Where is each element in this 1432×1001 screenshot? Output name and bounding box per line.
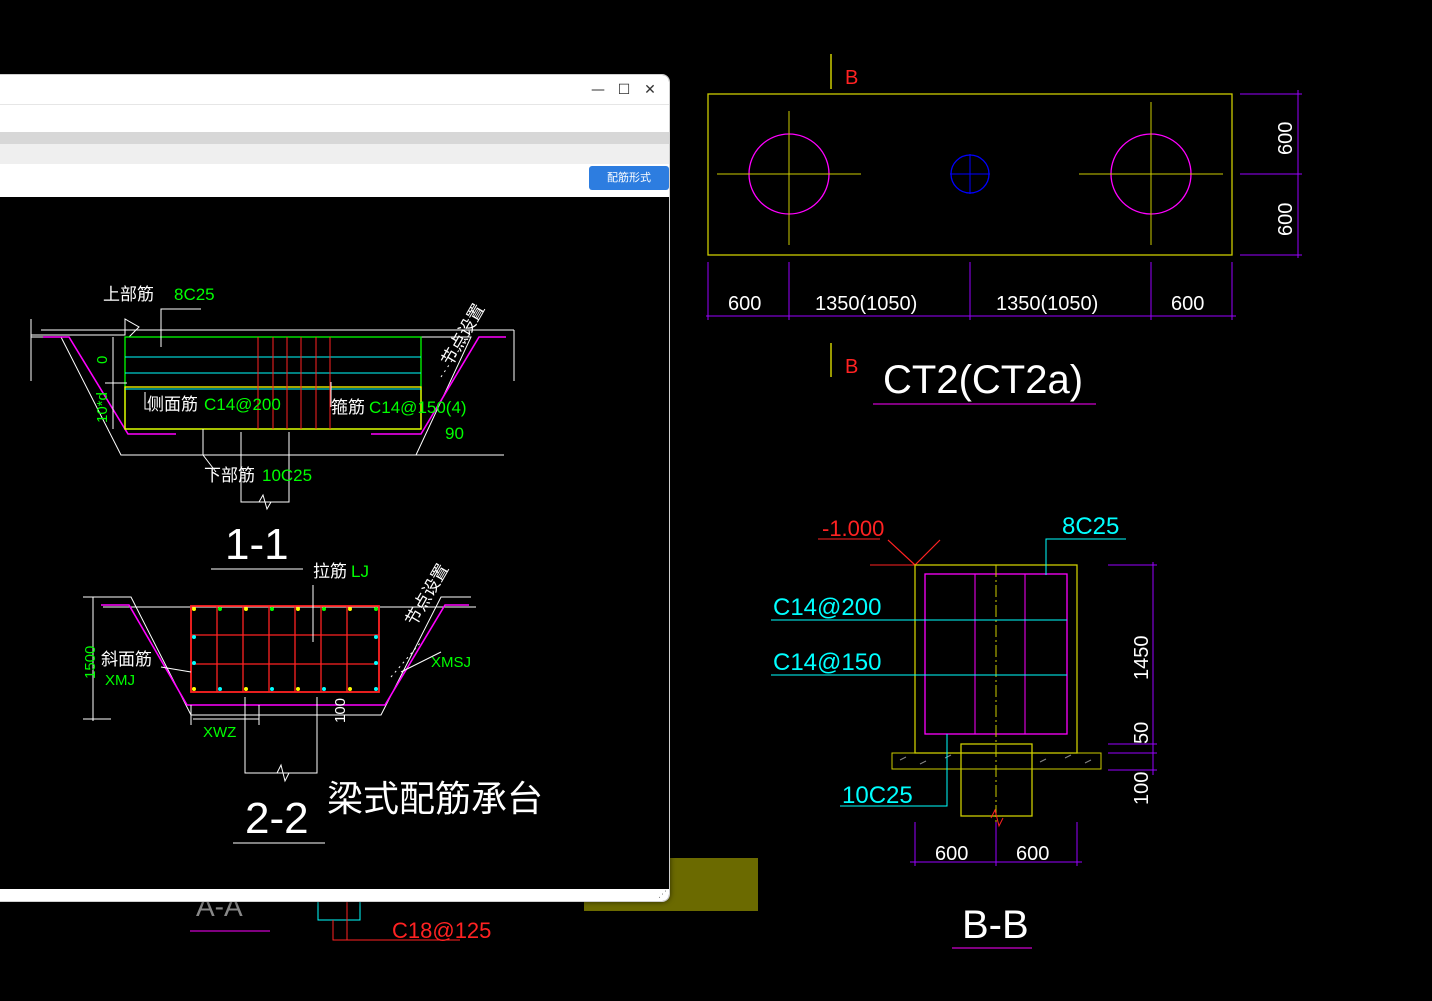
plan-labels: B B 600 1350(1050) 1350(1050) 600 600 60… [728,67,1297,402]
xmsj-label: XMSJ [431,654,471,671]
close-button[interactable]: ✕ [637,80,663,100]
bb-dim-1450: 1450 [1131,636,1153,681]
plan-section-mark-top: B [845,67,858,89]
bb-dim-bottom-2: 600 [1016,843,1049,865]
top-bar-value: 8C25 [174,285,215,304]
dialog-menu-bar [0,104,669,133]
section-b-b-labels: -1.000 8C25 C14@200 C14@150 10C25 1450 5… [773,513,1153,947]
bb-dim-100: 100 [1131,772,1153,805]
maximize-button[interactable]: ☐ [611,80,637,100]
dim-100: 100 [332,698,349,723]
bb-top-bar: 8C25 [1062,513,1119,540]
stirrup-label: 箍筋 [331,398,365,417]
dialog-button-row: 配筋形式 [0,164,669,197]
bb-elevation: -1.000 [822,516,884,541]
dim-zero: 0 [94,356,111,364]
dialog-preview-canvas: 上部筋 8C25 0 10*d 侧面筋 C14@200 箍筋 C14@150(4… [30,285,543,844]
c18-label: C18@125 [392,918,491,943]
xwz-label: XWZ [203,724,236,741]
rebar-dots [192,607,378,691]
plan-dim-bottom-3: 1350(1050) [996,293,1098,315]
bb-title: B-B [962,903,1029,947]
diagram-caption: 梁式配筋承台 [327,779,543,820]
plan-dim-bottom-1: 600 [728,293,761,315]
bb-side-bar-1: C14@200 [773,594,881,621]
plan-title: CT2(CT2a) [883,358,1083,402]
bottom-bar-value: 10C25 [262,466,312,485]
bb-dim-bottom-1: 600 [935,843,968,865]
bottom-bar-label: 下部筋 [204,466,255,485]
dialog-toolbar [0,144,669,165]
bb-bottom-bar: 10C25 [842,782,913,809]
minimize-button[interactable]: — [585,80,611,100]
plan-dim-right-2: 600 [1275,203,1297,236]
bb-dim-50: 50 [1131,722,1153,744]
top-bar-label: 上部筋 [103,285,154,304]
dim-1500: 1500 [82,646,99,679]
section-1-1-title: 1-1 [225,520,289,569]
dim-10d: 10*d [94,392,111,423]
reinforcement-dialog[interactable]: — ☐ ✕ 配筋形式 上部筋 8C25 0 10*d 侧面筋 C14@200 箍… [0,74,670,902]
stirrup-value: C14@150(4) [369,398,467,417]
slope-bar-value: XMJ [105,672,135,689]
side-bar-label: 侧面筋 [147,395,198,414]
slope-bar-label: 斜面筋 [101,650,152,669]
tie-value: LJ [351,562,369,581]
tie-label: 拉筋 [313,562,347,581]
node-setting-2: 节点设置 [402,561,452,629]
plan-section-mark-bottom: B [845,356,858,378]
angle-label: 90 [445,424,464,443]
plan-dim-bottom-2: 1350(1050) [815,293,917,315]
bb-side-bar-2: C14@150 [773,649,881,676]
plan-view [706,54,1302,405]
reinforcement-form-button[interactable]: 配筋形式 [589,166,669,190]
resize-grip-icon[interactable]: ⋰ [658,889,667,901]
plan-dim-bottom-4: 600 [1171,293,1204,315]
node-setting-1: 节点设置 [438,301,488,369]
dialog-status-bar: ⋰ [0,889,669,901]
plan-dim-right-1: 600 [1275,122,1297,155]
side-bar-value: C14@200 [204,395,281,414]
dialog-separator-strip [0,132,669,144]
dialog-title-bar[interactable]: — ☐ ✕ [0,75,669,104]
section-2-2-title: 2-2 [245,794,309,843]
